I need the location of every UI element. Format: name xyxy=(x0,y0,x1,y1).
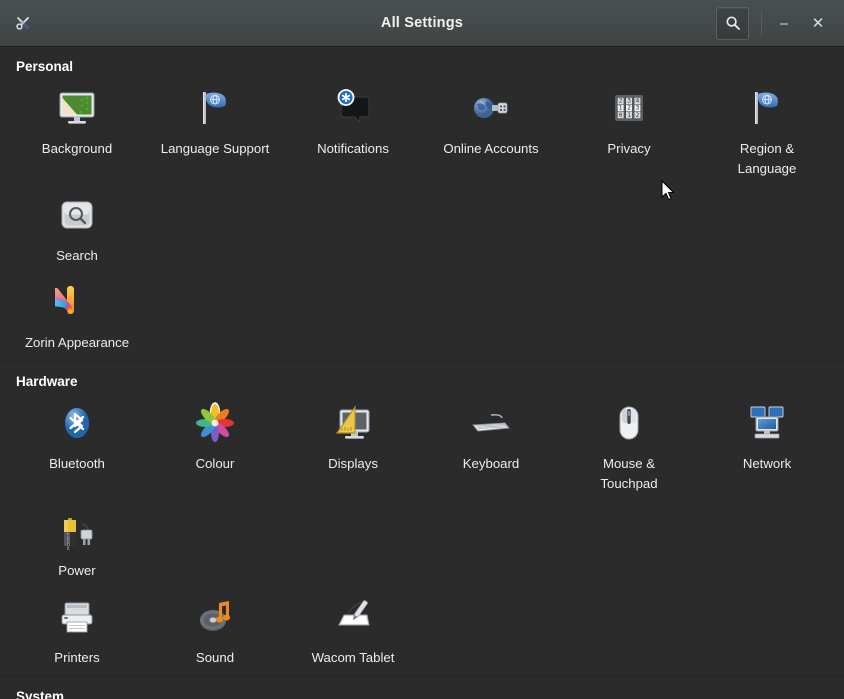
tile-bluetooth[interactable]: Bluetooth xyxy=(8,395,146,502)
network-icon xyxy=(743,399,791,447)
titlebar-separator xyxy=(761,10,762,36)
svg-text:3: 3 xyxy=(636,105,640,112)
section-system: System xyxy=(0,677,844,699)
tile-zorin-appearance[interactable]: Zorin Appearance xyxy=(8,274,146,361)
svg-text:1: 1 xyxy=(627,112,631,119)
tile-colour[interactable]: Colour xyxy=(146,395,284,502)
svg-text:2: 2 xyxy=(627,105,631,112)
tile-keyboard[interactable]: Keyboard xyxy=(422,395,560,502)
tile-search[interactable]: Search xyxy=(8,187,146,274)
section-title-personal: Personal xyxy=(0,47,844,80)
background-icon xyxy=(53,84,101,132)
tile-label: Mouse & Touchpad xyxy=(574,454,684,494)
tile-label: Bluetooth xyxy=(49,454,105,474)
tile-power[interactable]: POWER Power xyxy=(8,502,146,589)
tile-label: Notifications xyxy=(317,139,389,159)
tile-label: Displays xyxy=(328,454,378,474)
svg-text:2: 2 xyxy=(636,112,640,119)
close-button[interactable]: ✕ xyxy=(802,7,834,39)
tile-label: Background xyxy=(42,139,112,159)
tile-label: Region & Language xyxy=(712,139,822,179)
titlebar-controls: – ✕ xyxy=(716,7,834,40)
tile-wacom-tablet[interactable]: Wacom Tablet xyxy=(284,589,422,676)
tile-label: Language Support xyxy=(161,139,270,159)
tile-label: Zorin Appearance xyxy=(25,333,129,353)
svg-text:POWER: POWER xyxy=(66,532,71,550)
hardware-grid: Bluetooth xyxy=(0,395,844,676)
tile-label: Privacy xyxy=(607,139,650,159)
settings-content: Personal xyxy=(0,47,844,699)
svg-text:0: 0 xyxy=(619,112,623,119)
tile-label: Power xyxy=(58,561,95,581)
search-settings-icon xyxy=(53,191,101,239)
tile-label: Colour xyxy=(196,454,235,474)
keyboard-icon xyxy=(467,399,515,447)
tile-label: Wacom Tablet xyxy=(312,648,395,668)
svg-text:2: 2 xyxy=(619,98,623,105)
power-icon: POWER xyxy=(53,506,101,554)
tile-label: Network xyxy=(743,454,791,474)
tools-icon xyxy=(8,8,38,38)
tile-online-accounts[interactable]: Online Accounts xyxy=(422,80,560,187)
section-title-system: System xyxy=(0,677,844,699)
section-title-hardware: Hardware xyxy=(0,362,844,395)
online-accounts-icon xyxy=(467,84,515,132)
svg-text:4: 4 xyxy=(636,98,640,105)
minimize-button[interactable]: – xyxy=(768,7,800,39)
tile-label: Printers xyxy=(54,648,99,668)
tile-notifications[interactable]: Notifications xyxy=(284,80,422,187)
personal-grid: Background xyxy=(0,80,844,361)
tile-network[interactable]: Network xyxy=(698,395,836,502)
notifications-icon xyxy=(329,84,377,132)
section-personal: Personal xyxy=(0,47,844,361)
colour-icon xyxy=(191,399,239,447)
tile-label: Online Accounts xyxy=(443,139,538,159)
tile-sound[interactable]: Sound xyxy=(146,589,284,676)
tile-region-language[interactable]: Region & Language xyxy=(698,80,836,187)
privacy-icon: 2 1 0 3 2 1 4 3 2 xyxy=(605,84,653,132)
tile-printers[interactable]: Printers xyxy=(8,589,146,676)
tile-privacy[interactable]: 2 1 0 3 2 1 4 3 2 Privacy xyxy=(560,80,698,187)
window-titlebar: All Settings – ✕ xyxy=(0,0,844,47)
language-support-icon xyxy=(191,84,239,132)
tile-mouse-touchpad[interactable]: Mouse & Touchpad xyxy=(560,395,698,502)
search-icon xyxy=(725,15,741,31)
tile-label: Keyboard xyxy=(463,454,519,474)
displays-icon xyxy=(329,399,377,447)
zorin-appearance-icon xyxy=(53,278,101,326)
tile-displays[interactable]: Displays xyxy=(284,395,422,502)
section-hardware: Hardware Bluetooth xyxy=(0,362,844,676)
bluetooth-icon xyxy=(53,399,101,447)
tile-label: Sound xyxy=(196,648,234,668)
search-button[interactable] xyxy=(716,7,749,40)
tile-label: Search xyxy=(56,246,98,266)
mouse-touchpad-icon xyxy=(605,399,653,447)
tile-language-support[interactable]: Language Support xyxy=(146,80,284,187)
svg-text:1: 1 xyxy=(619,105,623,112)
tile-background[interactable]: Background xyxy=(8,80,146,187)
region-language-icon xyxy=(743,84,791,132)
printers-icon xyxy=(53,593,101,641)
wacom-tablet-icon xyxy=(329,593,377,641)
sound-icon xyxy=(191,593,239,641)
svg-text:3: 3 xyxy=(627,98,631,105)
